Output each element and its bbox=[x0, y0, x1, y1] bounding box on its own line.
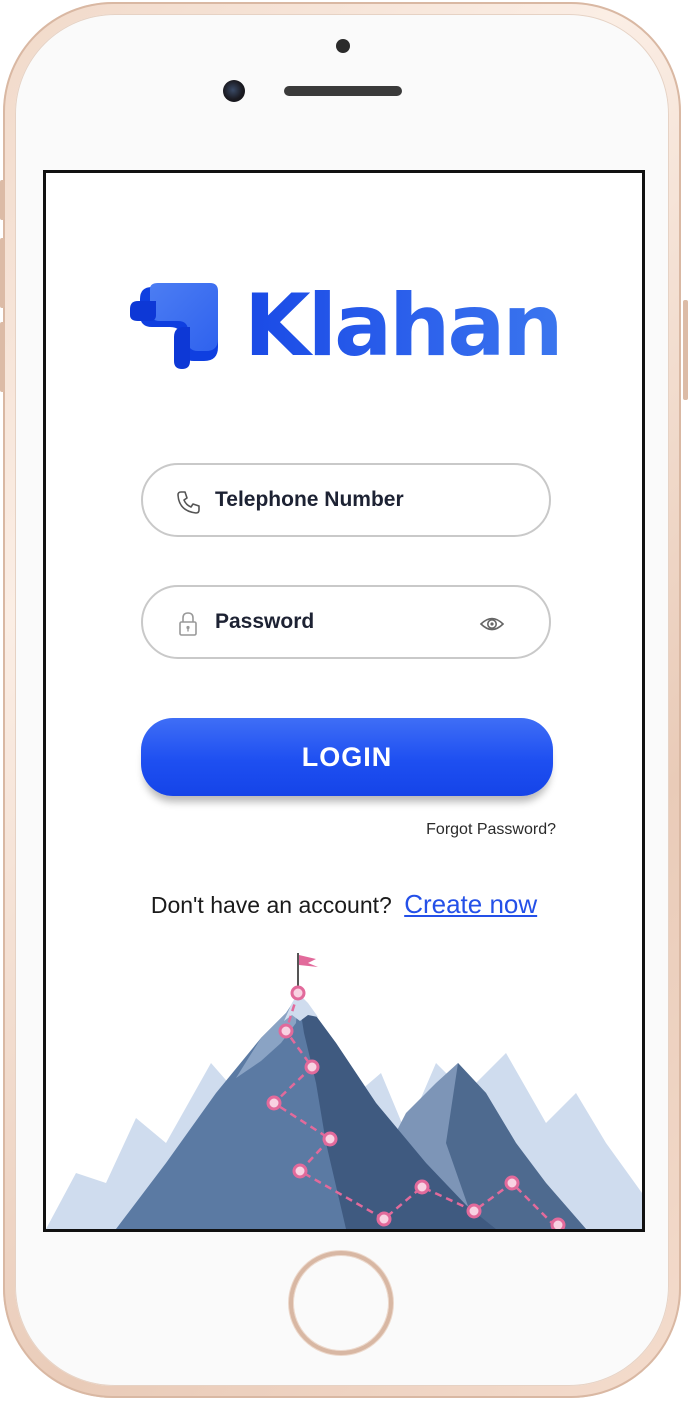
lock-icon bbox=[175, 611, 201, 637]
password-input[interactable]: Password bbox=[215, 610, 314, 634]
app-screen: Klahan Telephone Number Password LOGIN F… bbox=[43, 170, 645, 1232]
volume-up-button bbox=[0, 238, 5, 308]
phone-field[interactable]: Telephone Number bbox=[141, 463, 551, 537]
signup-prompt-text: Don't have an account? bbox=[150, 892, 392, 918]
mute-switch bbox=[0, 180, 5, 220]
proximity-sensor bbox=[336, 39, 350, 53]
password-field[interactable]: Password bbox=[141, 585, 551, 659]
phone-input[interactable]: Telephone Number bbox=[215, 488, 404, 512]
earpiece-speaker bbox=[284, 86, 402, 96]
forgot-password-link[interactable]: Forgot Password? bbox=[426, 821, 556, 839]
brand-logo: Klahan bbox=[130, 276, 564, 376]
signup-prompt: Don't have an account? Create now bbox=[46, 889, 642, 920]
home-button[interactable] bbox=[289, 1251, 393, 1355]
eye-icon[interactable] bbox=[479, 613, 505, 635]
login-button[interactable]: LOGIN bbox=[141, 718, 553, 796]
create-account-link[interactable]: Create now bbox=[404, 889, 537, 919]
brand-name: Klahan bbox=[244, 276, 564, 376]
front-camera bbox=[223, 80, 245, 102]
logo-mark-icon bbox=[130, 281, 222, 371]
mountain-illustration bbox=[46, 953, 642, 1229]
power-button bbox=[683, 300, 688, 400]
volume-down-button bbox=[0, 322, 5, 392]
phone-icon bbox=[175, 489, 201, 515]
